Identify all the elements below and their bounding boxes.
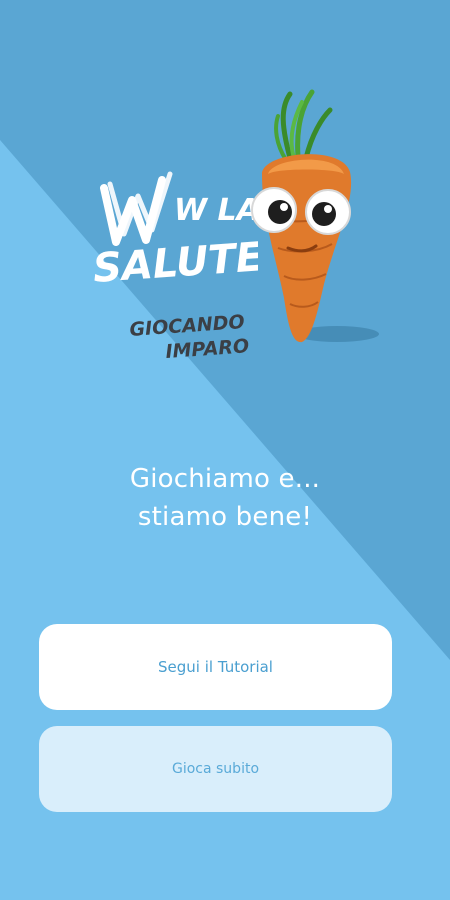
tagline: Giochiamo e... stiamo bene! bbox=[0, 460, 450, 536]
carrot-mascot-icon bbox=[251, 89, 379, 343]
tutorial-button-label: Segui il Tutorial bbox=[158, 658, 273, 676]
tutorial-button[interactable]: Segui il Tutorial bbox=[39, 624, 392, 710]
splash-screen: W LA SALUTE GIOCANDO IMPARO Giochiamo e.… bbox=[0, 0, 450, 900]
tagline-line-2: stiamo bene! bbox=[137, 502, 313, 532]
play-now-button[interactable]: Gioca subito bbox=[39, 726, 392, 812]
play-now-button-label: Gioca subito bbox=[171, 761, 260, 777]
tagline-line-1: Giochiamo e... bbox=[129, 464, 321, 494]
